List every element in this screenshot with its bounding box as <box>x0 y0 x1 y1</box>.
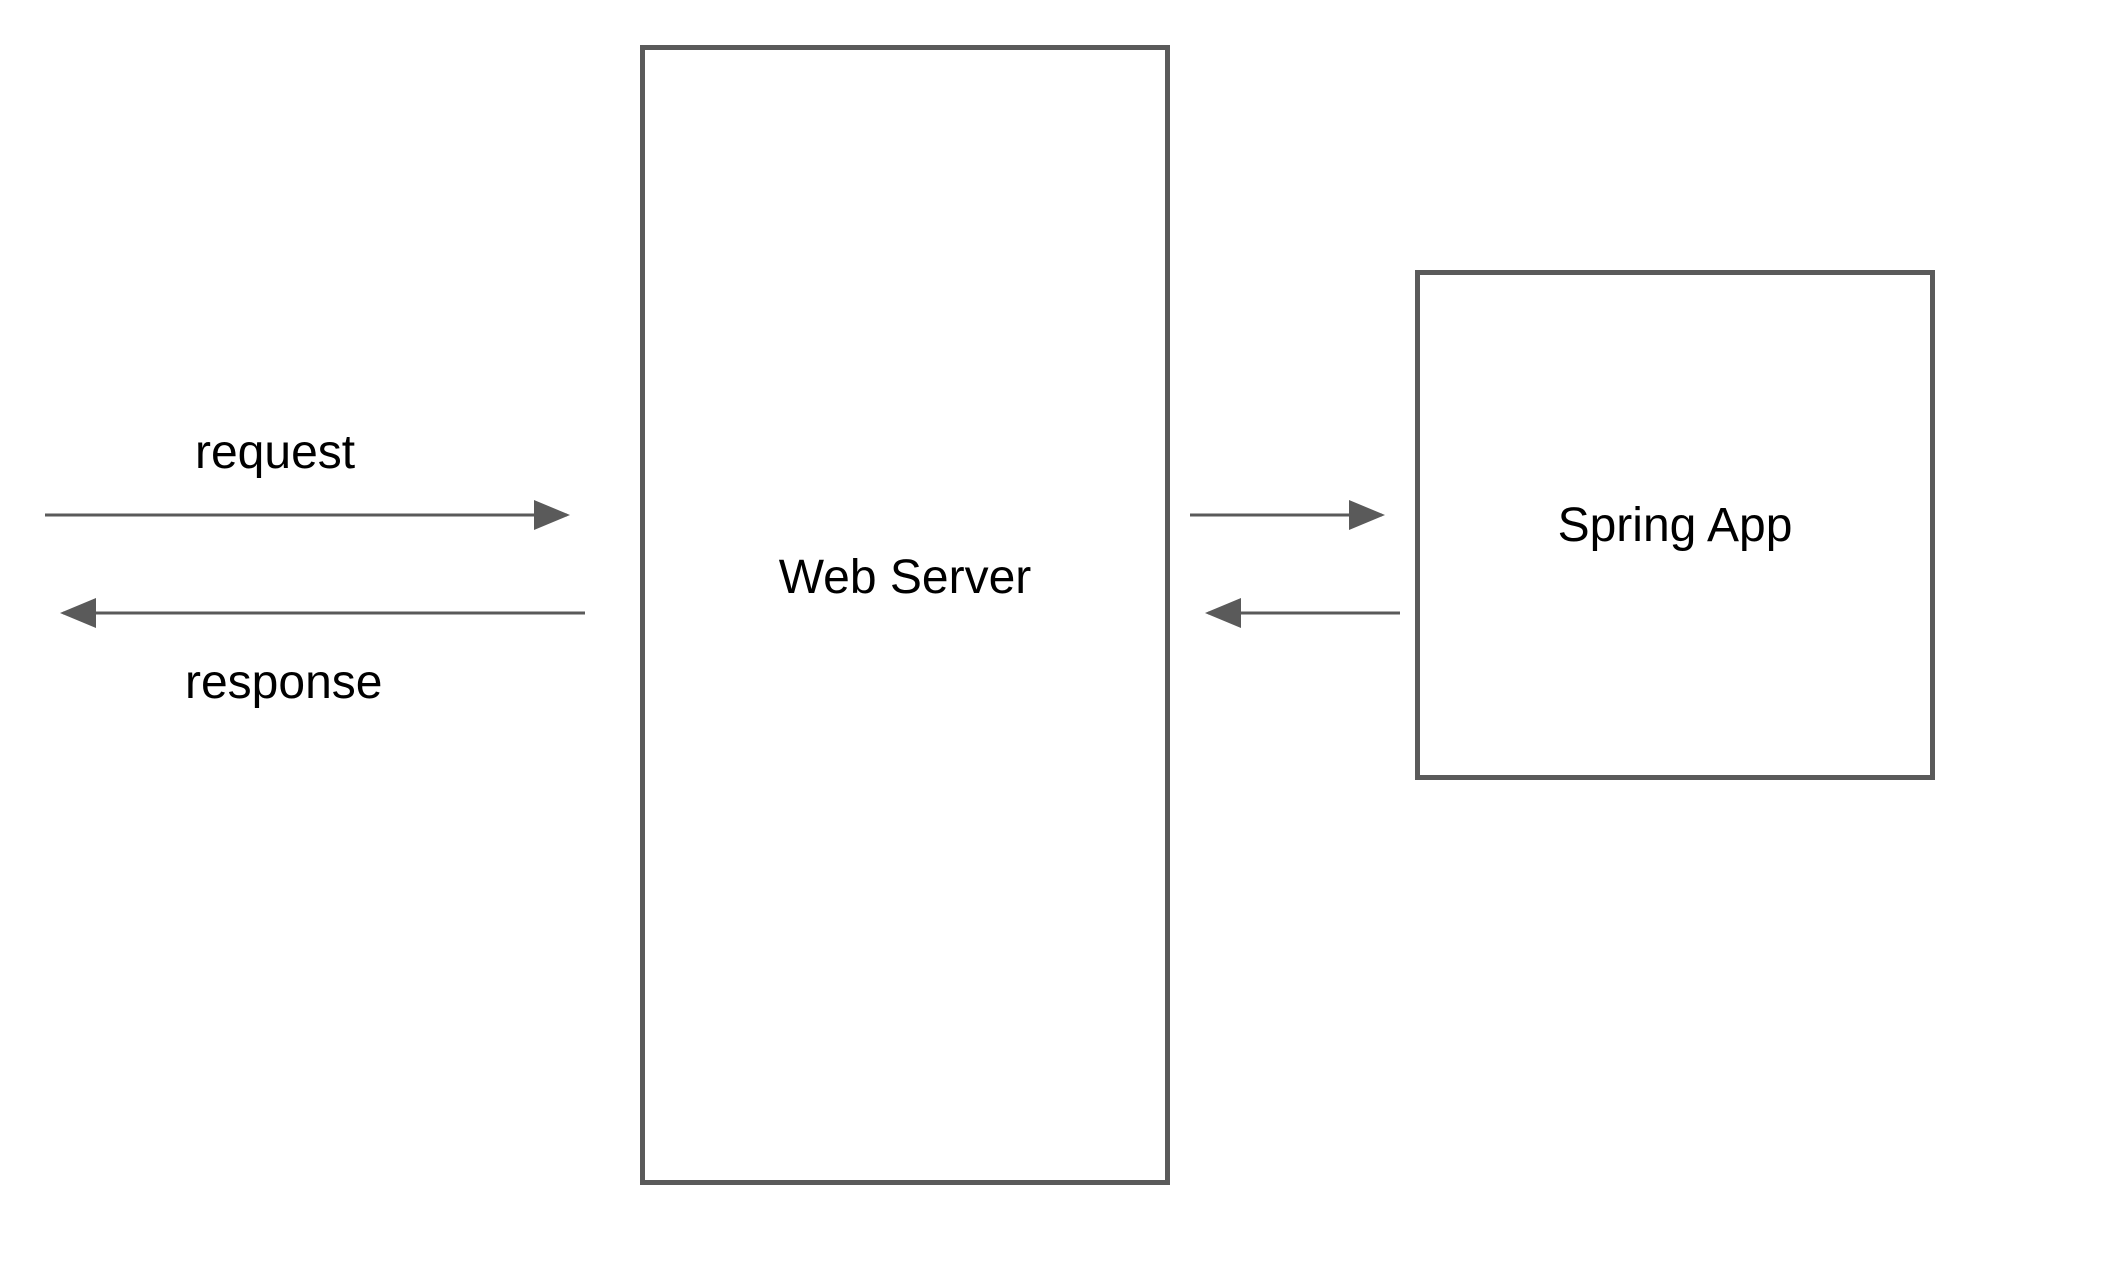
architecture-diagram: Web Server Spring App request response <box>0 0 2116 1268</box>
arrow-from-spring-icon <box>1190 598 1400 628</box>
arrow-request-icon <box>45 500 585 530</box>
web-server-node: Web Server <box>640 45 1170 1185</box>
response-edge-label: response <box>185 655 382 710</box>
spring-app-label: Spring App <box>1558 498 1793 553</box>
spring-app-node: Spring App <box>1415 270 1935 780</box>
web-server-label: Web Server <box>645 550 1165 605</box>
arrow-to-spring-icon <box>1190 500 1400 530</box>
request-edge-label: request <box>195 425 355 480</box>
arrow-response-icon <box>45 598 585 628</box>
